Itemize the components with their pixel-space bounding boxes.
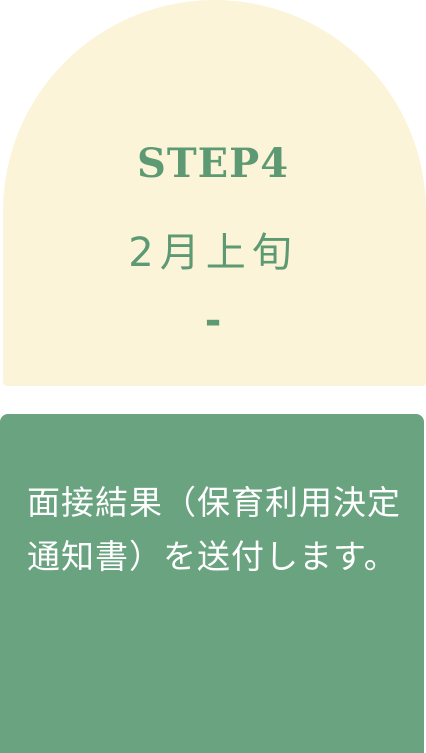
step-date: 2月上旬 xyxy=(128,230,298,276)
step-separator: - xyxy=(204,298,222,344)
step-label: STEP4 xyxy=(136,140,290,187)
step-description: 面接結果（保育利用決定通知書）を送付します。 xyxy=(27,483,401,576)
step-description-card: 面接結果（保育利用決定通知書）を送付します。 xyxy=(0,414,424,753)
